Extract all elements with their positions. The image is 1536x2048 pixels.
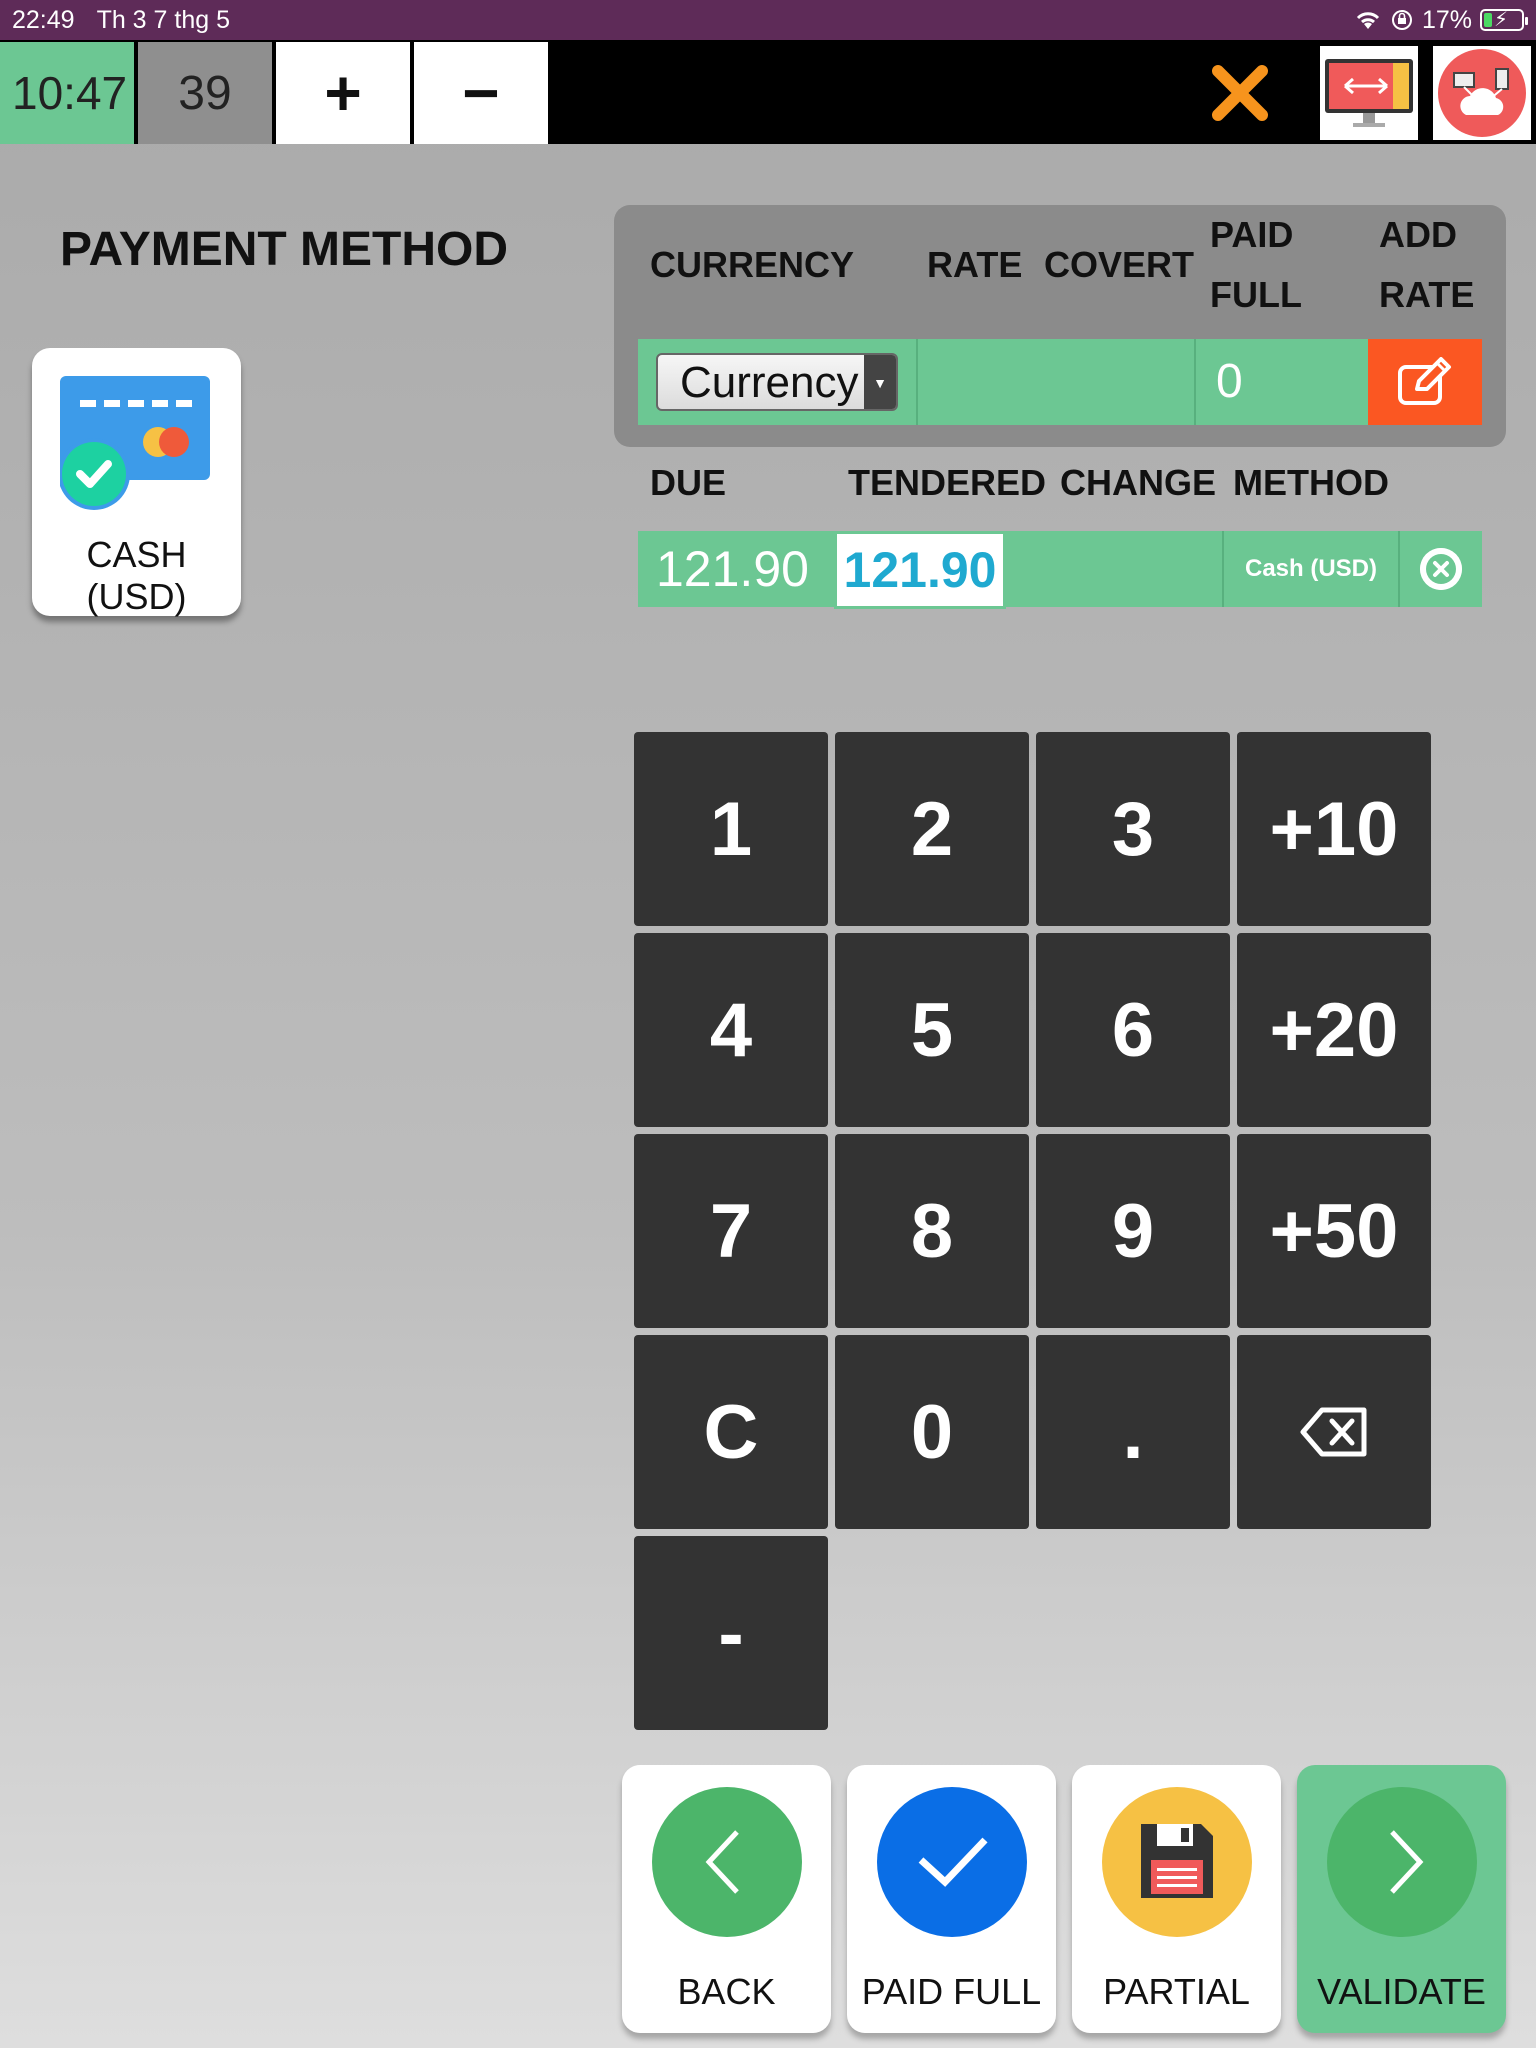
numpad-key-2[interactable]: 2: [835, 732, 1029, 926]
payment-line-row[interactable]: 121.90 121.90 Cash (USD): [638, 531, 1482, 609]
numpad-key-backspace[interactable]: [1237, 1335, 1431, 1529]
currency-panel: CURRENCY RATE COVERT PAID FULL ADD RATE …: [614, 205, 1506, 447]
top-toolbar: 10:47 39 + −: [0, 40, 1536, 144]
close-circle-icon: [1420, 548, 1462, 590]
numpad-key-decimal[interactable]: .: [1036, 1335, 1230, 1529]
numpad-key-3[interactable]: 3: [1036, 732, 1230, 926]
edit-icon: [1398, 357, 1451, 405]
header-method: METHOD: [1233, 462, 1389, 503]
plus-button[interactable]: +: [276, 42, 410, 144]
status-right: 17% ⚡: [1354, 5, 1528, 35]
numpad-key-1[interactable]: 1: [634, 732, 828, 926]
add-rate-button[interactable]: [1368, 339, 1482, 425]
header-due: DUE: [650, 462, 727, 503]
numpad-key-plus-20[interactable]: +20: [1237, 933, 1431, 1127]
minus-button[interactable]: −: [414, 42, 548, 144]
header-currency: CURRENCY: [650, 244, 855, 285]
status-bar: 22:49 Th 3 7 thg 5 17% ⚡: [0, 0, 1536, 40]
numpad-key-6[interactable]: 6: [1036, 933, 1230, 1127]
numpad-key-clear[interactable]: C: [634, 1335, 828, 1529]
change-amount: [1016, 531, 1216, 607]
floppy-disk-icon: [1141, 1824, 1213, 1898]
currency-row: Currency ▼ 0: [638, 339, 1482, 425]
numpad-key-negative[interactable]: -: [634, 1536, 828, 1730]
header-add-rate-line1: ADD: [1379, 214, 1457, 255]
battery-icon: ⚡: [1480, 9, 1528, 31]
payment-method-label: CASH (USD): [86, 534, 187, 617]
header-rate: RATE: [927, 244, 1023, 285]
numpad-key-5[interactable]: 5: [835, 933, 1029, 1127]
numpad-key-4[interactable]: 4: [634, 933, 828, 1127]
close-button[interactable]: [1205, 42, 1275, 144]
credit-card-icon: [60, 376, 210, 510]
status-date: Th 3 7 thg 5: [96, 5, 230, 34]
validate-circle: [1327, 1787, 1477, 1937]
paid-full-value: 0: [1216, 355, 1243, 408]
screen-transfer-icon: [1325, 59, 1413, 127]
header-paid-full-line1: PAID: [1210, 214, 1294, 255]
page-title: PAYMENT METHOD: [60, 223, 509, 276]
close-icon: [1212, 65, 1268, 121]
header-covert: COVERT: [1044, 244, 1195, 285]
screen-switch-button[interactable]: [1320, 46, 1418, 140]
chevron-right-icon: [1390, 1830, 1424, 1894]
validate-label: VALIDATE: [1317, 1971, 1486, 2012]
cloud-sync-button[interactable]: [1433, 46, 1531, 140]
backspace-icon: [1300, 1407, 1367, 1457]
cloud-devices-icon: [1438, 49, 1526, 137]
checkmark-icon: [918, 1837, 988, 1887]
remove-payment-button[interactable]: [1420, 548, 1462, 590]
header-add-rate-line2: RATE: [1379, 274, 1475, 315]
header-change: CHANGE: [1060, 462, 1217, 503]
numpad-key-7[interactable]: 7: [634, 1134, 828, 1328]
numpad-key-8[interactable]: 8: [835, 1134, 1029, 1328]
order-count: 39: [138, 42, 272, 144]
partial-label: PARTIAL: [1103, 1971, 1250, 2012]
back-button[interactable]: BACK: [622, 1765, 831, 2033]
numpad-key-9[interactable]: 9: [1036, 1134, 1230, 1328]
partial-circle: [1102, 1787, 1252, 1937]
battery-percent: 17%: [1421, 5, 1472, 34]
back-label: BACK: [677, 1971, 776, 2012]
wifi-icon: [1356, 12, 1380, 29]
paid-full-circle: [877, 1787, 1027, 1937]
order-clock: 10:47: [0, 42, 134, 144]
numpad-key-plus-10[interactable]: +10: [1237, 732, 1431, 926]
header-paid-full-line2: FULL: [1210, 274, 1302, 315]
status-time: 22:49: [12, 5, 75, 34]
back-circle: [652, 1787, 802, 1937]
currency-select-value: Currency: [680, 358, 859, 407]
numpad-key-plus-50[interactable]: +50: [1237, 1134, 1431, 1328]
dropdown-arrow-icon: ▼: [864, 355, 896, 409]
tendered-input[interactable]: 121.90: [834, 531, 1006, 609]
rotation-lock-icon: [1391, 10, 1412, 30]
payment-method-cash-usd[interactable]: CASH (USD): [32, 348, 241, 617]
column-divider: [916, 339, 918, 425]
paid-full-label: PAID FULL: [861, 1971, 1042, 2012]
partial-button[interactable]: PARTIAL: [1072, 1765, 1281, 2033]
payment-method-name: Cash (USD): [1222, 531, 1400, 607]
header-tendered: TENDERED: [848, 462, 1047, 503]
numpad-key-0[interactable]: 0: [835, 1335, 1029, 1529]
due-amount: 121.90: [656, 541, 809, 597]
currency-select[interactable]: Currency ▼: [656, 353, 898, 411]
paid-full-button[interactable]: PAID FULL: [847, 1765, 1056, 2033]
validate-button[interactable]: VALIDATE: [1297, 1765, 1506, 2033]
column-divider: [1194, 339, 1196, 425]
chevron-left-icon: [705, 1830, 739, 1894]
